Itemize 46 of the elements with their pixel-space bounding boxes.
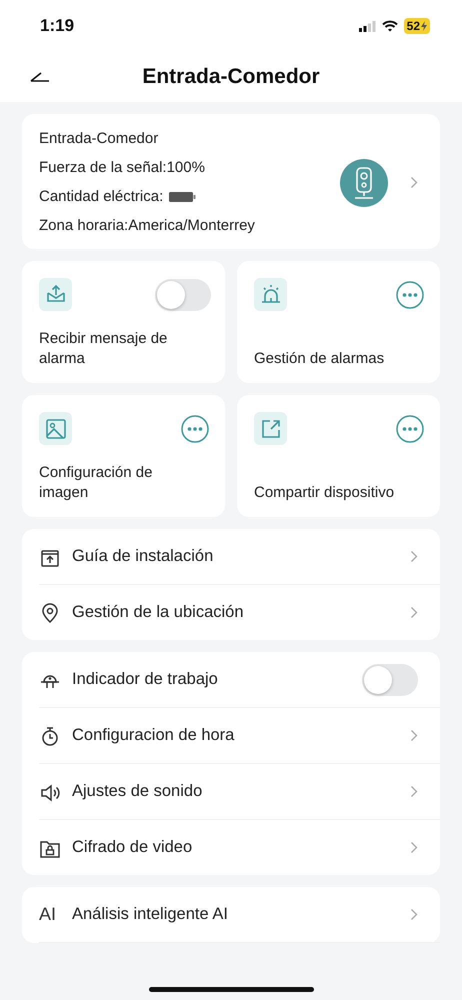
tile-label: Gestión de alarmas xyxy=(254,349,386,369)
more-button[interactable] xyxy=(396,280,424,308)
chevron-icon xyxy=(410,729,418,742)
status-time: 1:19 xyxy=(40,16,74,36)
more-icon xyxy=(396,414,424,442)
settings-row[interactable]: Cifrado de video xyxy=(39,820,440,875)
camera-icon xyxy=(353,166,375,198)
row-label: Gestión de la ubicación xyxy=(72,603,245,622)
row-label: Guía de instalación xyxy=(72,547,214,566)
battery-indicator: 52 xyxy=(404,18,430,34)
wifi-icon xyxy=(382,20,398,32)
tile-label: Compartir dispositivo xyxy=(254,483,396,503)
tile-label: Configuración de imagen xyxy=(39,463,154,503)
page-title: Entrada-Comedor xyxy=(142,65,320,89)
charging-bolt-icon xyxy=(421,21,427,31)
more-icon xyxy=(396,280,424,308)
signal-strength: Fuerza de la señal:100% xyxy=(39,158,206,178)
battery-icon xyxy=(169,191,196,203)
row-label: Análisis inteligente AI xyxy=(72,905,229,924)
chevron-icon xyxy=(410,550,418,563)
chevron-icon xyxy=(410,908,418,921)
more-icon xyxy=(181,414,209,442)
chevron-icon xyxy=(410,606,418,619)
tile-label: Recibir mensaje de alarma xyxy=(39,329,168,369)
settings-row[interactable]: Indicador de trabajo xyxy=(39,652,440,708)
more-button[interactable] xyxy=(181,414,209,442)
toggle-switch[interactable] xyxy=(362,664,418,696)
chevron-icon xyxy=(410,785,418,798)
more-button[interactable] xyxy=(396,414,424,442)
row-label: Configuracion de hora xyxy=(72,726,236,745)
settings-row[interactable]: Configuracion de hora xyxy=(39,708,440,764)
chevron-icon xyxy=(410,841,418,854)
chevron-icon xyxy=(410,176,418,189)
power-label: Cantidad eléctrica: xyxy=(39,187,164,207)
row-label: Cifrado de video xyxy=(72,838,194,857)
settings-row[interactable]: Ajustes de sonido xyxy=(39,764,440,820)
row-label: Ajustes de sonido xyxy=(72,782,204,801)
settings-row[interactable]: Guía de instalación xyxy=(39,529,440,585)
row-label: Indicador de trabajo xyxy=(72,670,219,689)
device-name: Entrada-Comedor xyxy=(39,129,160,149)
back-arrow-icon xyxy=(30,70,50,82)
ai-icon: AI xyxy=(39,904,61,925)
timezone: Zona horaria:America/Monterrey xyxy=(39,216,256,236)
toggle-switch[interactable] xyxy=(155,278,211,310)
settings-row[interactable]: Gestión de la ubicación xyxy=(39,585,440,640)
signal-icon xyxy=(358,20,376,32)
